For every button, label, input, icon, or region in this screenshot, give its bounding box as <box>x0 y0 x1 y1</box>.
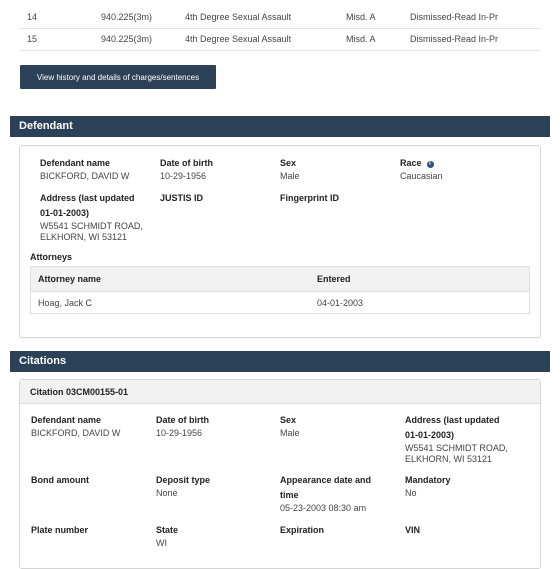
charge-count: 15 <box>27 34 38 44</box>
defendant-name-label: Defendant name <box>40 158 111 168</box>
citation-panel: Citation 03CM00155-01 Defendant name BIC… <box>19 379 541 569</box>
appearance-value: 05-23-2003 08:30 am <box>280 503 367 513</box>
race-value: Caucasian <box>400 171 443 181</box>
attorneys-table-header: Attorney name Entered <box>31 267 529 292</box>
table-row: 15 940.225(3m) 4th Degree Sexual Assault… <box>19 28 541 51</box>
charge-description: 4th Degree Sexual Assault <box>185 34 292 44</box>
info-icon[interactable]: i <box>426 161 434 168</box>
bond-amount-label: Bond amount <box>31 475 89 485</box>
fingerprint-id-label: Fingerprint ID <box>280 193 339 203</box>
defendant-section-header: Defendant <box>10 116 550 137</box>
plate-number-label: Plate number <box>31 525 89 535</box>
mandatory-value: No <box>405 488 417 498</box>
dob-label: Date of birth <box>160 158 213 168</box>
address-line2: ELKHORN, WI 53121 <box>40 232 128 242</box>
citation-address-line1: W5541 SCHMIDT ROAD, <box>405 443 508 453</box>
appearance-label: Appearance date and time <box>280 475 372 500</box>
state-value: WI <box>156 538 167 548</box>
mandatory-label: Mandatory <box>405 475 451 485</box>
citation-dob: 10-29-1956 <box>156 428 203 438</box>
attorneys-heading: Attorneys <box>30 252 73 262</box>
sex-label: Sex <box>280 158 297 168</box>
attorney-name: Hoag, Jack C <box>38 298 93 308</box>
charge-statute: 940.225(3m) <box>101 12 153 22</box>
citation-title: Citation 03CM00155-01 <box>20 380 540 404</box>
citation-sex: Male <box>280 428 300 438</box>
citation-dob-label: Date of birth <box>156 415 209 425</box>
charge-disposition: Dismissed-Read In-Pr <box>410 34 499 44</box>
race-label: Race <box>400 158 422 168</box>
view-history-button[interactable]: View history and details of charges/sent… <box>20 65 216 89</box>
citations-section-header: Citations <box>10 351 550 372</box>
table-row: Hoag, Jack C 04-01-2003 <box>31 291 529 314</box>
expiration-label: Expiration <box>280 525 325 535</box>
justis-id-label: JUSTIS ID <box>160 193 204 203</box>
sex-value: Male <box>280 171 300 181</box>
vin-label: VIN <box>405 525 421 535</box>
citation-name-label: Defendant name <box>31 415 102 425</box>
deposit-type: None <box>156 488 178 498</box>
attorneys-table: Attorney name Entered Hoag, Jack C 04-01… <box>30 266 530 314</box>
charge-disposition: Dismissed-Read In-Pr <box>410 12 499 22</box>
table-row: 14 940.225(3m) 4th Degree Sexual Assault… <box>19 6 541 29</box>
citation-name: BICKFORD, DAVID W <box>31 428 121 438</box>
citation-address-line2: ELKHORN, WI 53121 <box>405 454 493 464</box>
charge-description: 4th Degree Sexual Assault <box>185 12 292 22</box>
citation-sex-label: Sex <box>280 415 297 425</box>
citation-address-label: Address (last updated 01-01-2003) <box>405 415 500 440</box>
charge-severity: Misd. A <box>346 34 376 44</box>
state-label: State <box>156 525 179 535</box>
dob-value: 10-29-1956 <box>160 171 207 181</box>
attorney-name-header: Attorney name <box>38 274 102 284</box>
defendant-name: BICKFORD, DAVID W <box>40 171 130 181</box>
address-label: Address (last updated 01-01-2003) <box>40 193 135 218</box>
attorney-entered: 04-01-2003 <box>317 298 364 308</box>
deposit-type-label: Deposit type <box>156 475 211 485</box>
charge-statute: 940.225(3m) <box>101 34 153 44</box>
charge-count: 14 <box>27 12 38 22</box>
entered-header: Entered <box>317 274 351 284</box>
address-line1: W5541 SCHMIDT ROAD, <box>40 221 143 231</box>
charge-severity: Misd. A <box>346 12 376 22</box>
